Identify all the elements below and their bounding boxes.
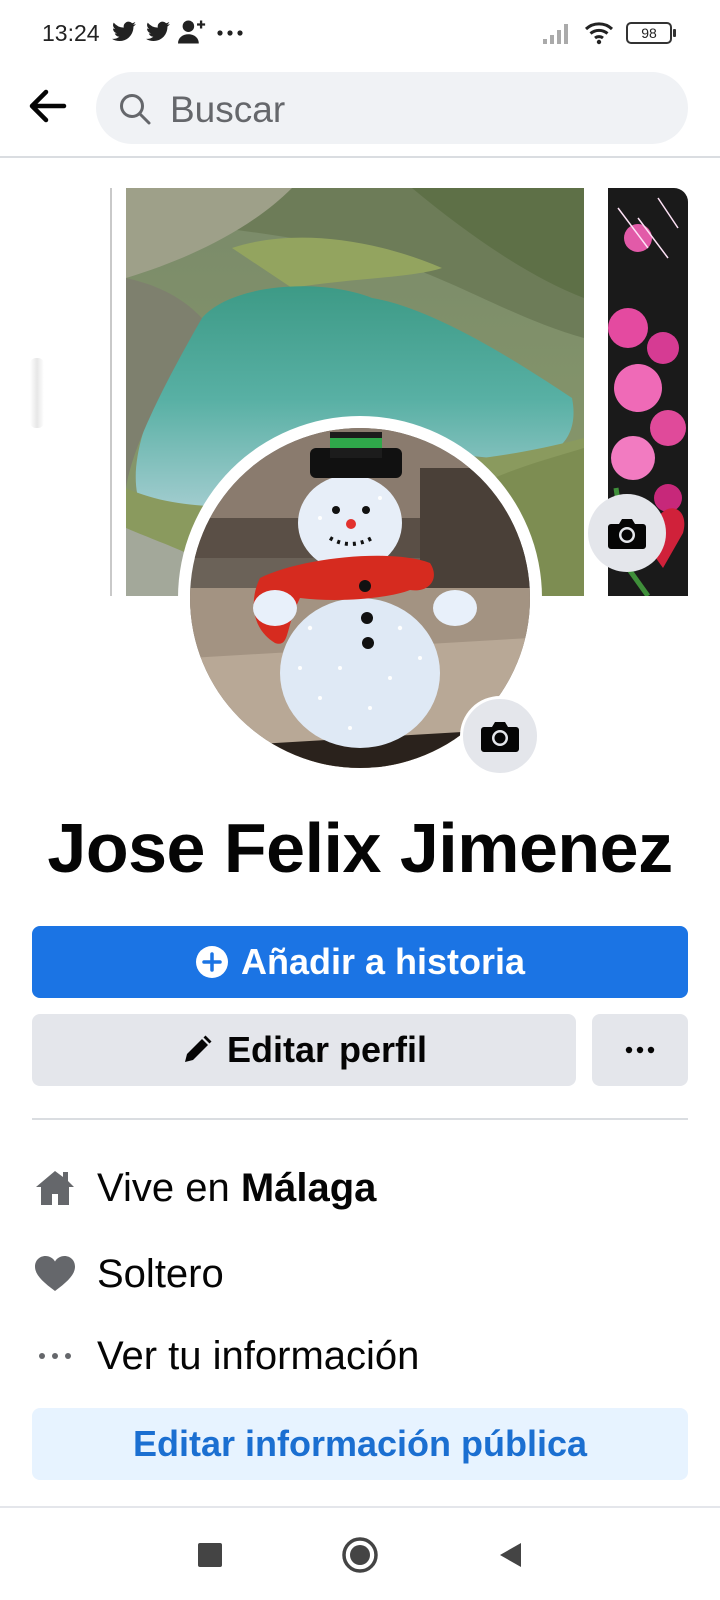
- signal-icon: [543, 24, 568, 44]
- location-text: Vive en Málaga: [97, 1165, 377, 1210]
- search-header: Buscar: [0, 64, 720, 158]
- back-arrow-icon: [29, 89, 67, 123]
- status-time: 13:24: [42, 20, 100, 46]
- edit-profile-button[interactable]: Editar perfil: [32, 1014, 576, 1086]
- notification-icons: [110, 18, 246, 46]
- edit-profile-picture-button[interactable]: [460, 696, 540, 776]
- system-back-button[interactable]: [485, 1530, 535, 1580]
- cover-prev-edge: [30, 358, 44, 428]
- info-row-relationship: Soltero: [32, 1244, 688, 1304]
- search-icon: [120, 94, 151, 125]
- edit-profile-label: Editar perfil: [226, 1029, 428, 1070]
- twitter-icon: [112, 21, 136, 41]
- recents-button[interactable]: [185, 1530, 235, 1580]
- home-icon: [32, 1165, 78, 1211]
- system-icons: 98: [542, 20, 676, 46]
- more-dots-icon: [217, 30, 243, 36]
- square-icon: [198, 1543, 222, 1567]
- location-city: Málaga: [240, 1165, 377, 1210]
- see-info-text: Ver tu información: [97, 1333, 420, 1378]
- search-input[interactable]: Buscar: [96, 72, 688, 144]
- camera-icon: [608, 519, 646, 549]
- heart-icon: [32, 1251, 78, 1297]
- more-dots-icon: [32, 1333, 78, 1379]
- twitter-icon: [146, 21, 170, 41]
- system-nav-bar: [0, 1506, 720, 1600]
- edit-public-info-button[interactable]: Editar información pública: [32, 1408, 688, 1480]
- add-to-story-button[interactable]: Añadir a historia: [32, 926, 688, 998]
- add-friend-icon: [178, 20, 206, 44]
- wifi-icon: [584, 22, 614, 45]
- pencil-icon: [184, 1035, 212, 1062]
- edit-public-info-label: Editar información pública: [132, 1423, 588, 1464]
- search-placeholder: Buscar: [170, 89, 286, 130]
- status-bar: 13:24 98: [0, 0, 720, 64]
- edit-cover-photo-button[interactable]: [588, 494, 666, 572]
- relationship-text: Soltero: [97, 1251, 224, 1296]
- triangle-back-icon: [500, 1543, 521, 1567]
- profile-name: Jose Felix Jimenez: [47, 809, 673, 887]
- section-divider: [32, 1118, 688, 1120]
- circle-icon: [342, 1537, 378, 1573]
- back-button[interactable]: [24, 82, 72, 130]
- battery-indicator: 98: [626, 22, 676, 44]
- info-row-location: Vive en Málaga: [32, 1158, 688, 1218]
- home-button[interactable]: [335, 1530, 385, 1580]
- more-dots-icon: [625, 1046, 655, 1054]
- camera-icon: [481, 722, 519, 752]
- plus-circle-icon: [195, 946, 228, 978]
- add-to-story-label: Añadir a historia: [240, 941, 526, 982]
- see-info-link[interactable]: Ver tu información: [32, 1326, 688, 1386]
- more-options-button[interactable]: [592, 1014, 688, 1086]
